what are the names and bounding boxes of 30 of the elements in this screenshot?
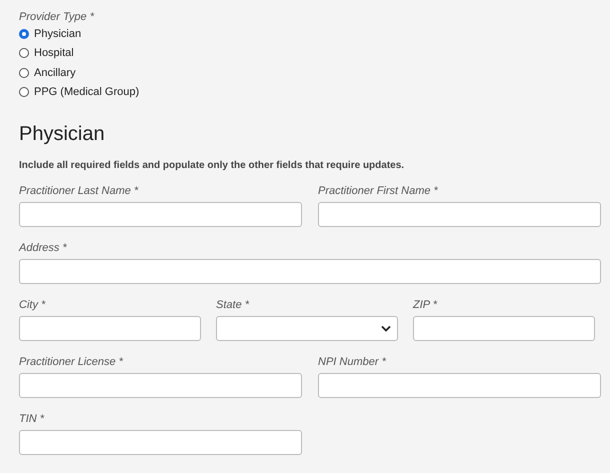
radio-option[interactable]: Hospital: [19, 46, 601, 61]
radio-button[interactable]: [19, 48, 29, 58]
field-label: Practitioner First Name *: [318, 185, 439, 197]
field-label: Practitioner Last Name *: [19, 185, 140, 197]
radio-option[interactable]: PPG (Medical Group): [19, 84, 601, 100]
field-label: State *: [216, 299, 250, 311]
radio-option[interactable]: Ancillary: [19, 65, 601, 80]
input-field[interactable]: [19, 202, 302, 227]
input-field[interactable]: [318, 373, 601, 398]
instructions-text: Include all required fields and populate only the other fields that require updates.: [19, 160, 406, 171]
field-label: Address *: [19, 242, 68, 254]
field-label: ZIP *: [413, 299, 438, 311]
input-field[interactable]: [19, 430, 302, 455]
chevron-down-icon: [381, 325, 391, 332]
field-label: City *: [19, 299, 46, 311]
field-label: Provider Type *: [19, 11, 96, 23]
section-title: Physician: [19, 123, 106, 146]
radio-button[interactable]: [19, 28, 29, 39]
field-label: TIN *: [19, 413, 46, 425]
radio-button[interactable]: [19, 87, 29, 98]
input-field[interactable]: [19, 259, 601, 284]
input-field[interactable]: [413, 316, 595, 341]
input-field[interactable]: [19, 373, 302, 398]
select-field[interactable]: [216, 316, 398, 341]
radio-button[interactable]: [19, 68, 29, 78]
input-field[interactable]: [19, 316, 201, 341]
field-label: NPI Number *: [318, 356, 387, 368]
radio-option[interactable]: Physician: [19, 26, 601, 42]
field-label: Practitioner License *: [19, 356, 124, 368]
input-field[interactable]: [318, 202, 601, 227]
